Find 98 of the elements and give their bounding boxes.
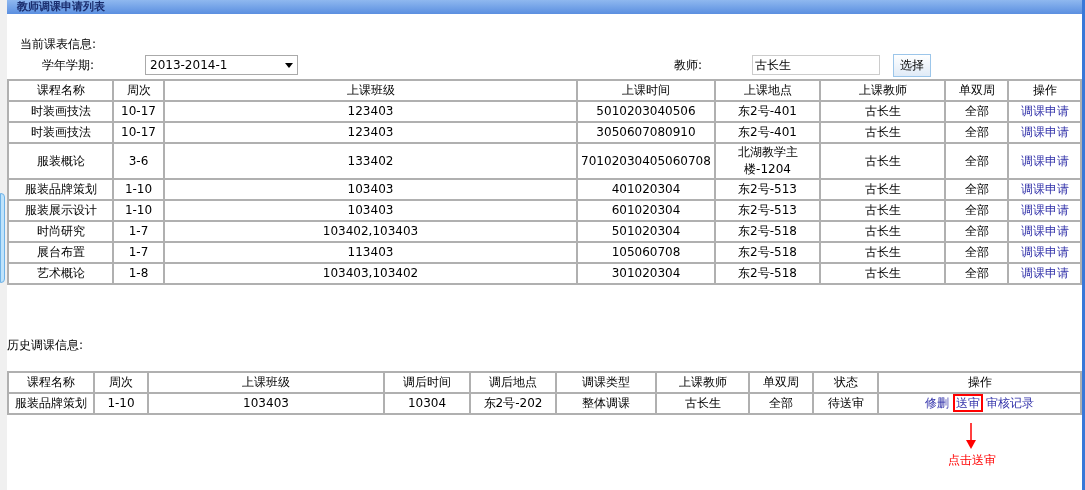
action-link[interactable]: 送审	[952, 394, 983, 412]
table-cell: 古长生	[656, 393, 749, 414]
table-cell: 东2号-518	[715, 263, 820, 284]
column-header: 周次	[94, 372, 148, 393]
table-cell: 1-10	[113, 200, 164, 221]
table-cell: 北湖教学主楼-1204	[715, 143, 820, 179]
window-title: 教师调课申请列表	[17, 1, 105, 13]
table-cell: 123403	[164, 122, 577, 143]
table-cell: 服装展示设计	[8, 200, 113, 221]
table-cell: 1-7	[113, 242, 164, 263]
table-cell: 东2号-401	[715, 101, 820, 122]
table-cell: 全部	[945, 242, 1008, 263]
column-header: 状态	[813, 372, 878, 393]
column-header: 上课班级	[164, 80, 577, 101]
table-cell: 古长生	[820, 101, 945, 122]
table-cell: 展台布置	[8, 242, 113, 263]
column-header: 调后地点	[470, 372, 556, 393]
term-dropdown[interactable]: 2013-2014-1	[145, 55, 298, 75]
table-cell: 古长生	[820, 143, 945, 179]
table-cell: 艺术概论	[8, 263, 113, 284]
table-cell: 103403	[164, 179, 577, 200]
table-cell: 501020304	[577, 221, 715, 242]
table-cell: 服装品牌策划	[8, 393, 94, 414]
table-cell: 103403	[164, 200, 577, 221]
table-cell: 10-17	[113, 122, 164, 143]
table-cell: 123403	[164, 101, 577, 122]
column-header: 操作	[878, 372, 1081, 393]
table-cell: 3-6	[113, 143, 164, 179]
table-cell: 1-8	[113, 263, 164, 284]
table-cell: 服装品牌策划	[8, 179, 113, 200]
column-header: 调后时间	[384, 372, 470, 393]
dropdown-arrow-icon	[285, 62, 293, 68]
table-cell: 3050607080910	[577, 122, 715, 143]
field-label: 学年学期:	[42, 57, 96, 74]
table-cell: 全部	[945, 143, 1008, 179]
column-header: 上课班级	[148, 372, 384, 393]
table-cell: 70102030405060708	[577, 143, 715, 179]
column-header: 周次	[113, 80, 164, 101]
table-cell: 全部	[945, 179, 1008, 200]
table-cell: 全部	[945, 200, 1008, 221]
table-cell: 1-10	[94, 393, 148, 414]
table-cell: 133402	[164, 143, 577, 179]
table-cell: 古长生	[820, 122, 945, 143]
table-cell: 全部	[945, 101, 1008, 122]
table-cell: 东2号-518	[715, 221, 820, 242]
table-cell: 服装概论	[8, 143, 113, 179]
column-header: 单双周	[945, 80, 1008, 101]
table-cell: 整体调课	[556, 393, 656, 414]
table-cell: 301020304	[577, 263, 715, 284]
column-header: 操作	[1008, 80, 1081, 101]
table-cell: 全部	[945, 122, 1008, 143]
annotation-text: 点击送审	[948, 452, 996, 469]
table-cell: 东2号-513	[715, 179, 820, 200]
arrow-icon	[966, 423, 976, 449]
table-cell: 113403	[164, 242, 577, 263]
table-cell: 103403	[148, 393, 384, 414]
table-cell: 古长生	[820, 179, 945, 200]
table-cell: 古长生	[820, 242, 945, 263]
table-cell: 古长生	[820, 200, 945, 221]
table-cell: 105060708	[577, 242, 715, 263]
column-header: 调课类型	[556, 372, 656, 393]
table-cell: 古长生	[820, 221, 945, 242]
table-cell: 全部	[945, 263, 1008, 284]
field-label: 教师:	[674, 57, 704, 74]
column-header: 上课教师	[820, 80, 945, 101]
table-cell: 东2号-513	[715, 200, 820, 221]
column-header: 单双周	[749, 372, 813, 393]
table-cell: 601020304	[577, 200, 715, 221]
column-header: 上课教师	[656, 372, 749, 393]
table-cell: 1-7	[113, 221, 164, 242]
table-cell: 10-17	[113, 101, 164, 122]
table-cell: 待送审	[813, 393, 878, 414]
column-header: 上课地点	[715, 80, 820, 101]
table-cell: 时装画技法	[8, 101, 113, 122]
teacher-input[interactable]: 古长生	[752, 55, 880, 75]
table-cell: 5010203040506	[577, 101, 715, 122]
choose-button[interactable]: 选择	[893, 53, 931, 77]
table-cell: 时尚研究	[8, 221, 113, 242]
table-cell: 东2号-202	[470, 393, 556, 414]
table-cell: 103402,103403	[164, 221, 577, 242]
column-header: 课程名称	[8, 80, 113, 101]
table-cell: 10304	[384, 393, 470, 414]
table-cell: 103403,103402	[164, 263, 577, 284]
table-cell: 1-10	[113, 179, 164, 200]
column-header: 课程名称	[8, 372, 94, 393]
side-tab[interactable]	[0, 193, 5, 283]
table-cell: 时装画技法	[8, 122, 113, 143]
table-cell: 全部	[945, 221, 1008, 242]
table-cell: 全部	[749, 393, 813, 414]
column-header: 上课时间	[577, 80, 715, 101]
table-cell: 古长生	[820, 263, 945, 284]
action-link[interactable]: 修删	[924, 396, 949, 410]
section-heading: 历史调课信息:	[7, 338, 84, 352]
section-heading: 当前课表信息:	[20, 37, 97, 51]
table-cell: 东2号-401	[715, 122, 820, 143]
action-link[interactable]: 审核记录	[986, 396, 1035, 410]
table-cell: 东2号-518	[715, 242, 820, 263]
table-cell: 401020304	[577, 179, 715, 200]
